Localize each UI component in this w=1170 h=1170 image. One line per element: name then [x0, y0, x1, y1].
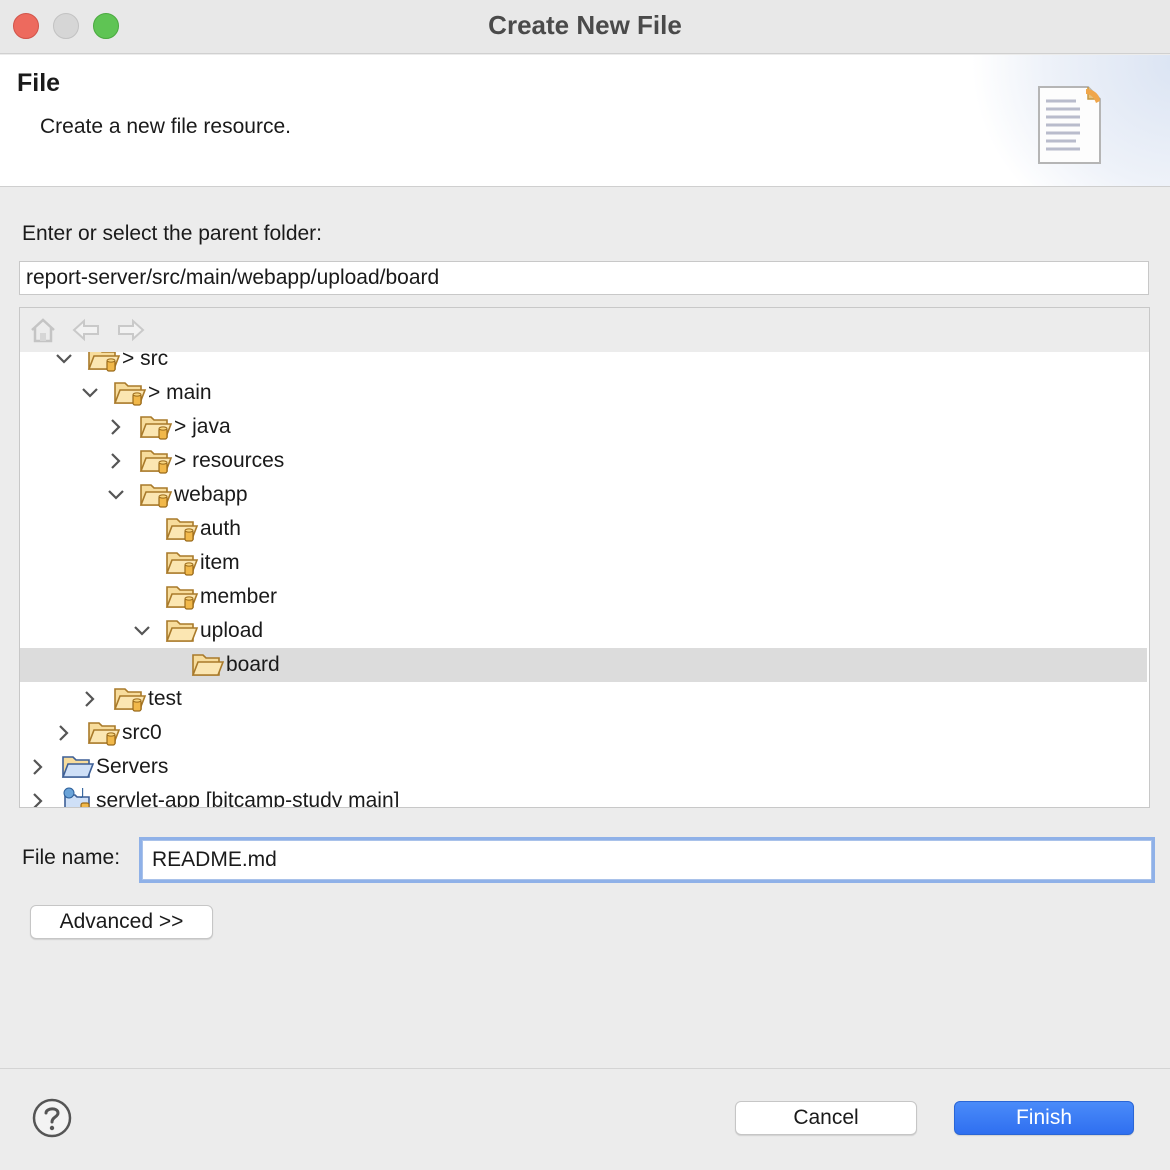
tree-row[interactable]: auth [20, 512, 1147, 546]
source-folder-icon [139, 416, 173, 440]
tree-row[interactable]: > main [20, 376, 1147, 410]
source-folder-icon [113, 688, 147, 712]
tree-row[interactable]: Jservlet-app [bitcamp-study main] [20, 784, 1147, 808]
folder-open-icon [165, 620, 199, 642]
source-folder-icon [113, 382, 147, 406]
tree-row-label: upload [200, 619, 264, 642]
source-folder-icon [165, 586, 199, 610]
title-bar: Create New File [0, 0, 1170, 54]
tree-row[interactable]: upload [20, 614, 1147, 648]
folder-open-icon [191, 654, 225, 676]
svg-text:J: J [80, 787, 84, 799]
tree-row-label: > main [148, 381, 212, 404]
file-name-label: File name: [22, 846, 121, 869]
chevron-right-icon[interactable] [106, 417, 126, 437]
help-icon[interactable] [32, 1098, 72, 1138]
wizard-header: File Create a new file resource. [0, 55, 1170, 187]
tree-row-label: > resources [174, 449, 285, 472]
tree-row-label: Servers [96, 755, 169, 778]
tree-row[interactable]: test [20, 682, 1147, 716]
tree-row[interactable]: > src [20, 352, 1147, 376]
chevron-down-icon[interactable] [106, 485, 126, 505]
tree-row-label: test [148, 687, 182, 710]
tree-row-label: webapp [174, 483, 248, 506]
window-title: Create New File [488, 10, 682, 40]
finish-button[interactable]: Finish [954, 1101, 1134, 1135]
source-folder-icon [139, 450, 173, 474]
tree-row-label: board [226, 653, 280, 676]
folder-tree: > src > main > java > resources webapp auth it… [19, 307, 1150, 808]
tree-row[interactable]: webapp [20, 478, 1147, 512]
chevron-right-icon[interactable] [80, 689, 100, 709]
tree-row-label: servlet-app [bitcamp-study main] [96, 789, 400, 808]
source-folder-icon [87, 722, 121, 746]
back-arrow-icon[interactable] [71, 316, 101, 344]
wizard-description: Create a new file resource. [40, 115, 291, 138]
tree-row[interactable]: board [20, 648, 1147, 682]
tree-row[interactable]: Servers [20, 750, 1147, 784]
tree-row-label: > src [122, 352, 169, 370]
home-icon[interactable] [28, 316, 58, 344]
source-folder-icon [165, 552, 199, 576]
tree-row[interactable]: src0 [20, 716, 1147, 750]
chevron-down-icon[interactable] [80, 383, 100, 403]
footer-separator [0, 1068, 1170, 1069]
source-folder-icon [165, 518, 199, 542]
new-file-icon [1038, 86, 1101, 164]
tree-row-label: item [200, 551, 240, 574]
tree-row[interactable]: > java [20, 410, 1147, 444]
chevron-down-icon[interactable] [132, 621, 152, 641]
tree-row-label: member [200, 585, 278, 608]
file-name-input[interactable] [142, 840, 1152, 880]
tree-row[interactable]: > resources [20, 444, 1147, 478]
parent-folder-label: Enter or select the parent folder: [22, 222, 322, 245]
cancel-button[interactable]: Cancel [735, 1101, 917, 1135]
chevron-right-icon[interactable] [28, 757, 48, 777]
tree-toolbar [20, 308, 1149, 352]
parent-folder-input[interactable] [19, 261, 1149, 295]
chevron-down-icon[interactable] [54, 352, 74, 369]
chevron-right-icon[interactable] [54, 723, 74, 743]
advanced-button[interactable]: Advanced >> [30, 905, 213, 939]
tree-row-label: auth [200, 517, 241, 540]
tree-body: > src > main > java > resources webapp auth it… [20, 352, 1149, 808]
tree-row[interactable]: member [20, 580, 1147, 614]
tree-row[interactable]: item [20, 546, 1147, 580]
tree-row-label: src0 [122, 721, 162, 744]
source-folder-icon [87, 352, 121, 372]
forward-arrow-icon[interactable] [116, 316, 146, 344]
servers-folder-icon [61, 756, 95, 778]
chevron-right-icon[interactable] [106, 451, 126, 471]
tree-row-label: > java [174, 415, 231, 438]
source-folder-icon [139, 484, 173, 508]
chevron-right-icon[interactable] [28, 791, 48, 808]
java-project-icon: J [63, 787, 90, 807]
wizard-title: File [17, 69, 61, 97]
